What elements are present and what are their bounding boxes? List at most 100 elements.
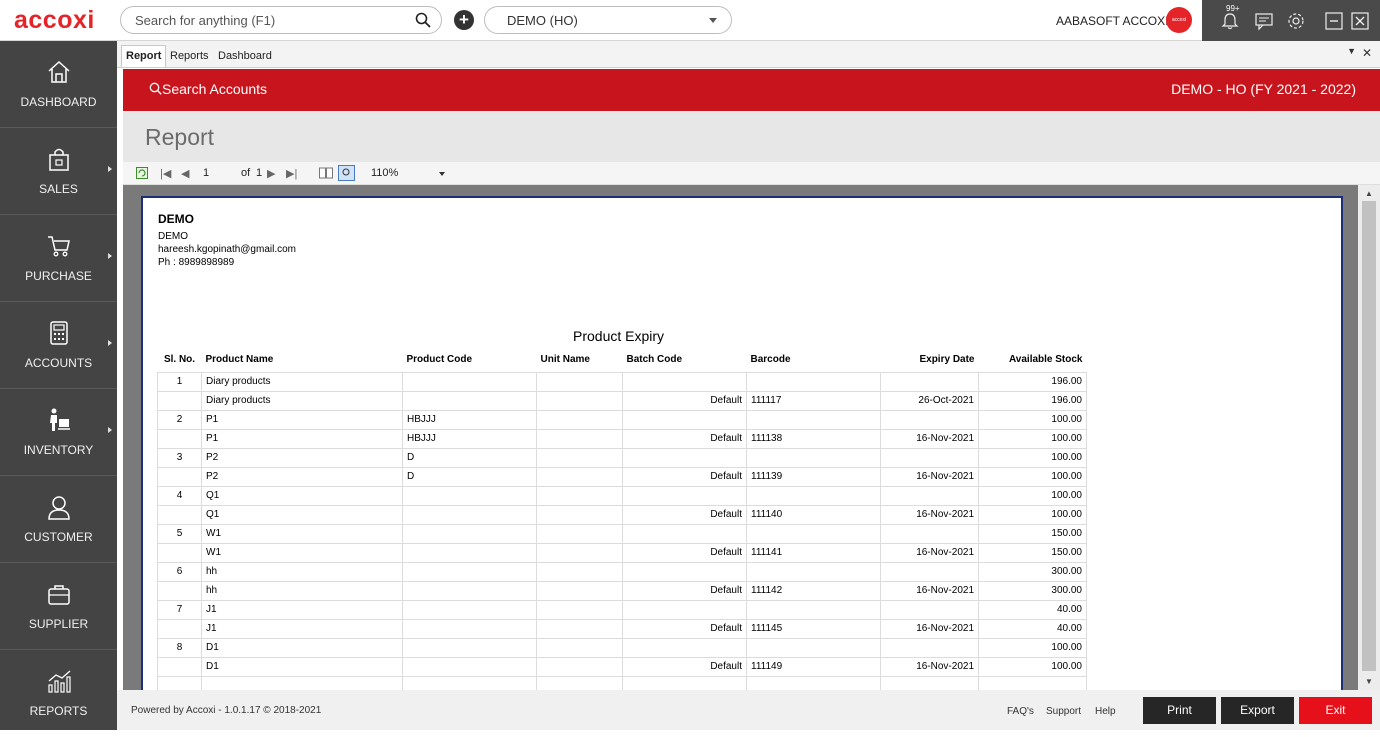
page-setup-icon[interactable]: [338, 165, 355, 181]
cell-expiry-date: 16-Nov-2021: [880, 466, 979, 486]
print-button[interactable]: Print: [1143, 697, 1216, 724]
sidebar-item-label: SALES: [39, 182, 78, 196]
faq-link[interactable]: FAQ's: [1007, 706, 1034, 717]
print-layout-icon[interactable]: [319, 167, 333, 179]
cell-unit-name: [536, 561, 623, 581]
first-page-icon[interactable]: |◀: [160, 167, 171, 180]
next-page-icon[interactable]: ▶: [267, 167, 275, 180]
table-row: D1 Default 111149 16-Nov-2021 100.00: [157, 656, 1087, 676]
cell-expiry-date: 26-Oct-2021: [880, 390, 979, 410]
cell-product-code: [402, 580, 537, 600]
zoom-select[interactable]: 110%: [371, 167, 398, 179]
support-link[interactable]: Support: [1046, 706, 1081, 717]
cell-expiry-date: 16-Nov-2021: [880, 656, 979, 676]
cell-available-stock: 150.00: [978, 523, 1087, 543]
search-accounts-button[interactable]: Search Accounts: [149, 81, 267, 97]
cell-batch-code: [622, 637, 747, 657]
cell-available-stock: 100.00: [978, 504, 1087, 524]
minimize-icon[interactable]: [1324, 11, 1344, 31]
export-button[interactable]: Export: [1221, 697, 1294, 724]
sidebar-item-label: PURCHASE: [25, 269, 92, 283]
tab-close-icon[interactable]: ✕: [1362, 46, 1372, 60]
search-icon[interactable]: [415, 12, 431, 28]
table-row: P2 D Default 111139 16-Nov-2021 100.00: [157, 466, 1087, 486]
chevron-down-icon[interactable]: [439, 172, 445, 176]
cell-product-code: D: [402, 447, 537, 467]
cell-batch-code: Default: [622, 504, 747, 524]
cell-product-code: [402, 656, 537, 676]
refresh-icon[interactable]: [136, 167, 148, 179]
tab-reports[interactable]: Reports: [165, 45, 214, 67]
cell-product-code: [402, 371, 537, 391]
cell-product-name: hh: [201, 561, 403, 581]
message-icon[interactable]: [1254, 11, 1274, 31]
cell-unit-name: [536, 637, 623, 657]
table-row: J1 Default 111145 16-Nov-2021 40.00: [157, 618, 1087, 638]
cell-unit-name: [536, 618, 623, 638]
cell-barcode: [746, 447, 881, 467]
cell-barcode: 111139: [746, 466, 881, 486]
cell-expiry-date: 16-Nov-2021: [880, 542, 979, 562]
sidebar-item-reports[interactable]: REPORTS: [0, 650, 117, 737]
cell-product-name: [201, 675, 403, 690]
global-search[interactable]: [120, 6, 442, 34]
table-row: 4 Q1 100.00: [157, 485, 1087, 505]
scroll-up-icon[interactable]: ▲: [1365, 189, 1373, 198]
cell-unit-name: [536, 466, 623, 486]
cell-sl: [157, 390, 202, 410]
last-page-icon[interactable]: ▶|: [286, 167, 297, 180]
add-icon[interactable]: +: [454, 10, 474, 30]
sidebar-item-supplier[interactable]: SUPPLIER: [0, 563, 117, 650]
table-row: 7 J1 40.00: [157, 599, 1087, 619]
gear-icon[interactable]: [1286, 11, 1306, 31]
cell-batch-code: Default: [622, 390, 747, 410]
table-row: 3 P2 D 100.00: [157, 447, 1087, 467]
scrollbar-thumb[interactable]: [1362, 201, 1376, 671]
cell-barcode: 111141: [746, 542, 881, 562]
prev-page-icon[interactable]: ◀: [181, 167, 189, 180]
cell-unit-name: [536, 656, 623, 676]
inventory-icon: [50, 408, 70, 431]
cell-expiry-date: [880, 637, 979, 657]
help-link[interactable]: Help: [1095, 706, 1116, 717]
scroll-down-icon[interactable]: ▼: [1365, 677, 1373, 686]
user-menu[interactable]: AABASOFT ACCOXI: [1056, 14, 1178, 28]
sidebar-item-label: SUPPLIER: [28, 617, 89, 631]
top-action-bar: 99+: [1202, 0, 1380, 41]
chevron-down-icon: [709, 18, 717, 23]
col-header-sl: Sl. No.: [163, 354, 196, 366]
search-input[interactable]: [135, 11, 405, 29]
exit-button[interactable]: Exit: [1299, 697, 1372, 724]
tab-dashboard[interactable]: Dashboard: [213, 45, 277, 67]
bell-icon[interactable]: [1220, 11, 1240, 31]
shopping-bag-icon: [49, 148, 69, 171]
report-canvas[interactable]: DEMO DEMO hareesh.kgopinath@gmail.com Ph…: [123, 185, 1358, 690]
sidebar-item-inventory[interactable]: INVENTORY: [0, 389, 117, 476]
page-number-input[interactable]: 1: [203, 167, 209, 179]
close-icon[interactable]: [1350, 11, 1370, 31]
sidebar-item-dashboard[interactable]: DASHBOARD: [0, 41, 117, 128]
tab-menu-icon[interactable]: ▼: [1347, 46, 1356, 56]
sidebar-item-accounts[interactable]: ACCOUNTS: [0, 302, 117, 389]
cell-available-stock: 100.00: [978, 466, 1087, 486]
avatar[interactable]: accoxi: [1166, 7, 1192, 33]
cell-available-stock: 100.00: [978, 485, 1087, 505]
accoxi-logo[interactable]: accoxi: [14, 6, 95, 35]
cell-product-code: [402, 561, 537, 581]
sidebar-item-label: DASHBOARD: [20, 95, 97, 109]
cell-available-stock: 40.00: [978, 599, 1087, 619]
col-header-product-name: Product Name: [205, 354, 274, 366]
sidebar-item-purchase[interactable]: PURCHASE: [0, 215, 117, 302]
cell-sl: 3: [157, 447, 202, 467]
vertical-scrollbar[interactable]: ▲ ▼: [1358, 185, 1380, 690]
sidebar-item-customer[interactable]: CUSTOMER: [0, 476, 117, 563]
cell-product-code: [402, 618, 537, 638]
sidebar-item-sales[interactable]: SALES: [0, 128, 117, 215]
tab-report[interactable]: Report: [121, 45, 167, 67]
col-header-available-stock: Available Stock: [1008, 354, 1083, 366]
cell-product-code: D: [402, 466, 537, 486]
col-header-unit-name: Unit Name: [540, 354, 590, 366]
cell-unit-name: [536, 580, 623, 600]
cell-available-stock: 196.00: [978, 390, 1087, 410]
branch-select[interactable]: DEMO (HO): [484, 6, 732, 34]
